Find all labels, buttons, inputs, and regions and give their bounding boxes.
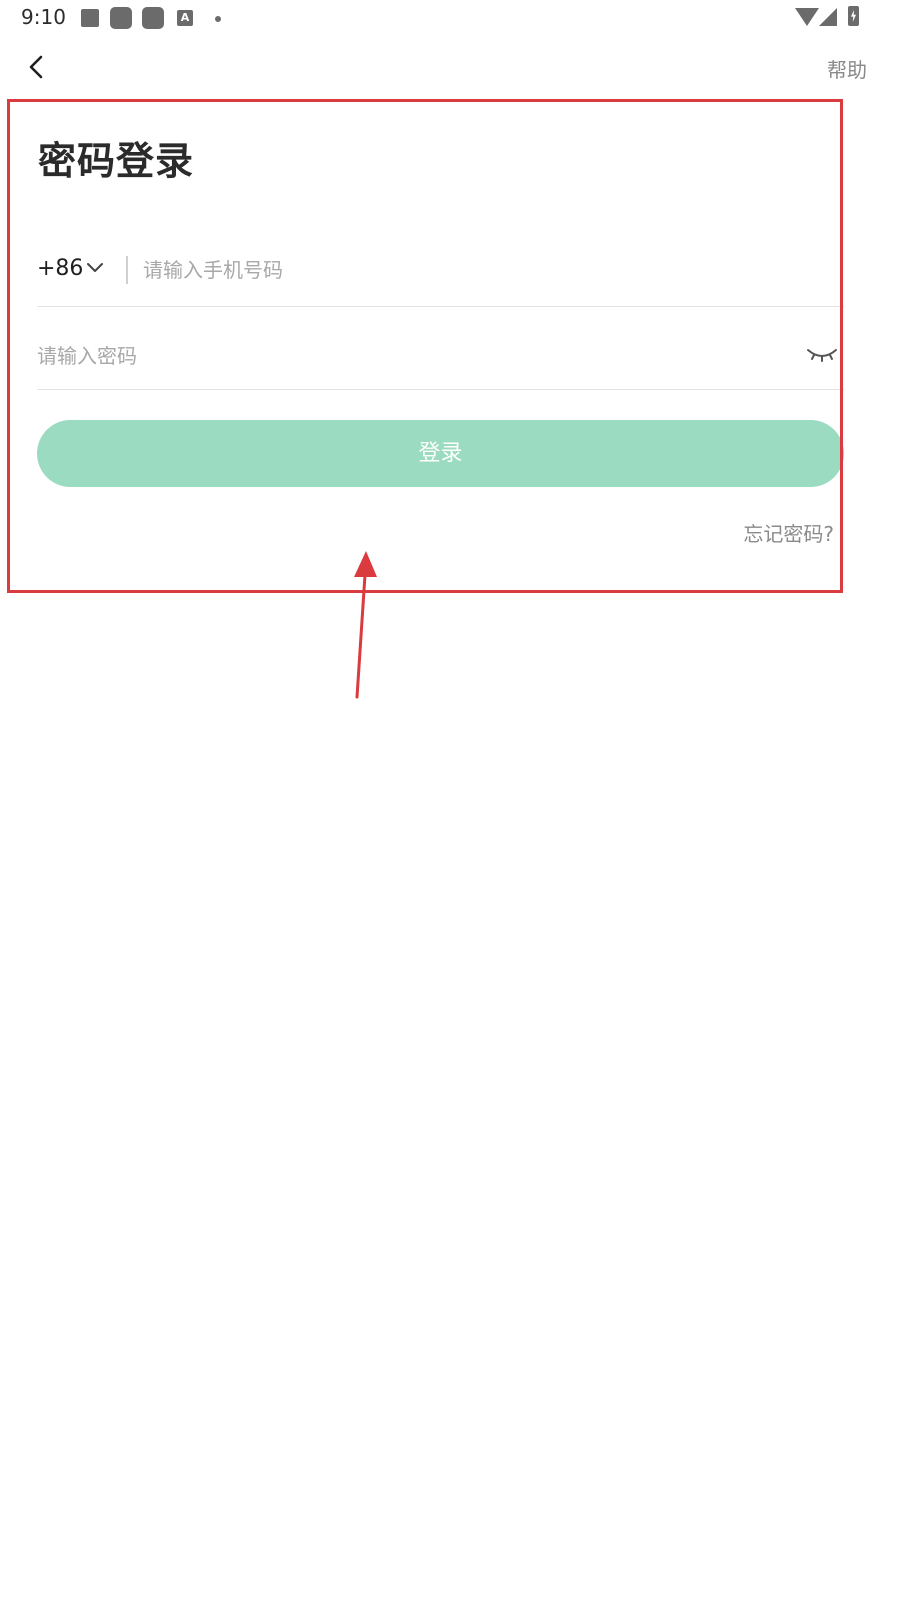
image-notification-icon <box>81 9 99 27</box>
country-code-selector[interactable]: +86 <box>37 256 83 281</box>
help-link[interactable]: 帮助 <box>827 54 867 83</box>
app-notification-icon <box>110 7 132 29</box>
phone-row: +86 <box>37 236 844 307</box>
chevron-left-icon <box>29 55 43 79</box>
password-row <box>37 322 844 390</box>
eye-closed-icon[interactable] <box>806 342 838 366</box>
cell-signal-icon <box>819 8 837 26</box>
divider <box>126 256 128 284</box>
font-notification-icon: A <box>177 10 193 26</box>
chevron-down-icon[interactable] <box>87 261 103 275</box>
battery-charging-icon <box>848 6 859 26</box>
login-button[interactable]: 登录 <box>37 420 844 487</box>
annotation-arrow-icon <box>354 551 377 699</box>
more-notifications-dot-icon <box>215 16 221 22</box>
phone-input[interactable] <box>143 252 823 288</box>
wifi-icon <box>795 8 819 26</box>
status-time: 9:10 <box>21 5 66 29</box>
status-bar: 9:10 A <box>0 0 900 36</box>
back-button[interactable] <box>20 48 60 88</box>
password-input[interactable] <box>37 338 777 374</box>
page-title: 密码登录 <box>38 139 195 183</box>
forgot-password-link[interactable]: 忘记密码? <box>743 518 834 547</box>
app-notification-icon-2 <box>142 7 164 29</box>
